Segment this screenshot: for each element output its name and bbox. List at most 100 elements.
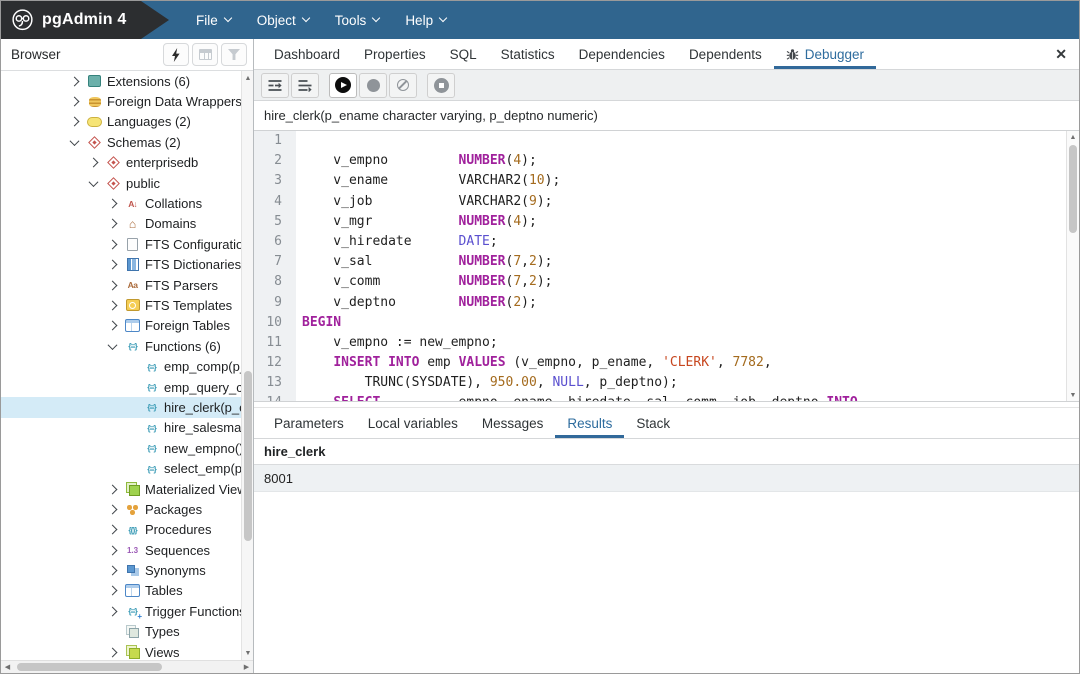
tab-statistics[interactable]: Statistics (489, 39, 567, 69)
line-number[interactable]: 11 (254, 333, 296, 353)
object-tree[interactable]: Extensions (6)Foreign Data Wrappers (2)L… (1, 71, 253, 660)
tree-item-types[interactable]: Types (1, 622, 241, 642)
tree-item-enterprisedb[interactable]: enterprisedb (1, 153, 241, 173)
tree-vertical-scrollbar[interactable]: ▲ ▼ (241, 71, 253, 660)
clear-all-breakpoints-button[interactable] (389, 73, 417, 98)
chevron-right-icon[interactable] (70, 76, 80, 86)
close-icon[interactable]: ✕ (1055, 46, 1067, 63)
tree-item-fts-parsers[interactable]: FTS Parsers (1, 275, 241, 295)
chevron-right-icon[interactable] (108, 199, 118, 209)
tree-item-procedures[interactable]: Procedures (1, 520, 241, 540)
line-number[interactable]: 13 (254, 373, 296, 393)
line-number[interactable]: 8 (254, 272, 296, 292)
line-number[interactable]: 2 (254, 151, 296, 171)
tab-results[interactable]: Results (555, 408, 624, 438)
line-number[interactable]: 1 (254, 131, 296, 151)
scrollbar-thumb[interactable] (17, 663, 162, 671)
chevron-right-icon[interactable] (108, 647, 118, 657)
scrollbar-thumb[interactable] (1069, 145, 1077, 233)
tree-item-domains[interactable]: Domains (1, 214, 241, 234)
chevron-down-icon[interactable] (89, 177, 99, 187)
menu-tools[interactable]: Tools (322, 1, 393, 39)
chevron-right-icon[interactable] (108, 566, 118, 576)
line-number[interactable]: 9 (254, 293, 296, 313)
chevron-right-icon[interactable] (108, 260, 118, 270)
scroll-down-icon[interactable]: ▼ (1067, 389, 1079, 401)
tree-item-sequences[interactable]: Sequences (1, 540, 241, 560)
line-number[interactable]: 7 (254, 252, 296, 272)
step-into-button[interactable] (261, 73, 289, 98)
tree-item-public[interactable]: public (1, 173, 241, 193)
tree-item-tables[interactable]: Tables (1, 581, 241, 601)
continue-button[interactable] (329, 73, 357, 98)
dependency-grid-button[interactable] (192, 43, 218, 66)
chevron-right-icon[interactable] (108, 239, 118, 249)
chevron-right-icon[interactable] (108, 545, 118, 555)
stop-button[interactable] (427, 73, 455, 98)
tree-item-schemas-2[interactable]: Schemas (2) (1, 132, 241, 152)
tree-item-fts-dictionaries[interactable]: FTS Dictionaries (1, 255, 241, 275)
chevron-down-icon[interactable] (70, 136, 80, 146)
chevron-right-icon[interactable] (108, 504, 118, 514)
tree-item-fts-configurations[interactable]: FTS Configurations (1, 234, 241, 254)
tab-dashboard[interactable]: Dashboard (262, 39, 352, 69)
tree-item-packages[interactable]: Packages (1, 499, 241, 519)
tree-item-foreign-data-wrappers-2[interactable]: Foreign Data Wrappers (2) (1, 91, 241, 111)
tree-item-functions-6[interactable]: Functions (6) (1, 336, 241, 356)
chevron-right-icon[interactable] (108, 525, 118, 535)
line-number[interactable]: 5 (254, 212, 296, 232)
tree-item-trigger-functions[interactable]: Trigger Functions (1, 601, 241, 621)
chevron-right-icon[interactable] (108, 301, 118, 311)
chevron-right-icon[interactable] (89, 158, 99, 168)
line-number[interactable]: 6 (254, 232, 296, 252)
line-number[interactable]: 14 (254, 393, 296, 402)
chevron-right-icon[interactable] (70, 97, 80, 107)
menu-object[interactable]: Object (244, 1, 322, 39)
filter-button[interactable] (221, 43, 247, 66)
tab-parameters[interactable]: Parameters (262, 408, 356, 438)
tree-item-collations[interactable]: Collations (1, 193, 241, 213)
chevron-right-icon[interactable] (108, 606, 118, 616)
tab-sql[interactable]: SQL (438, 39, 489, 69)
tree-item-hire-salesman[interactable]: hire_salesman( (1, 418, 241, 438)
chevron-right-icon[interactable] (108, 586, 118, 596)
tab-stack[interactable]: Stack (624, 408, 682, 438)
quick-search-button[interactable] (163, 43, 189, 66)
results-value-row[interactable]: 8001 (254, 465, 1079, 492)
code-editor[interactable]: 12 v_empno NUMBER(4);3 v_ename VARCHAR2(… (254, 131, 1079, 402)
tree-item-select-emp-p-e[interactable]: select_emp(p_e (1, 458, 241, 478)
line-number[interactable]: 4 (254, 192, 296, 212)
tab-dependencies[interactable]: Dependencies (567, 39, 677, 69)
chevron-right-icon[interactable] (108, 280, 118, 290)
menu-help[interactable]: Help (392, 1, 459, 39)
tree-item-views[interactable]: Views (1, 642, 241, 660)
scroll-up-icon[interactable]: ▲ (1067, 131, 1079, 143)
tree-item-materialized-views[interactable]: Materialized Views (1, 479, 241, 499)
chevron-right-icon[interactable] (108, 321, 118, 331)
scroll-down-icon[interactable]: ▼ (242, 647, 253, 659)
scrollbar-thumb[interactable] (244, 371, 252, 541)
tree-item-new-empno[interactable]: new_empno() (1, 438, 241, 458)
chevron-right-icon[interactable] (108, 484, 118, 494)
step-over-button[interactable] (291, 73, 319, 98)
tree-item-fts-templates[interactable]: FTS Templates (1, 295, 241, 315)
tree-horizontal-scrollbar[interactable]: ◀ ▶ (1, 660, 253, 673)
tab-local-variables[interactable]: Local variables (356, 408, 470, 438)
tab-dependents[interactable]: Dependents (677, 39, 774, 69)
menu-file[interactable]: File (183, 1, 244, 39)
editor-vertical-scrollbar[interactable]: ▲ ▼ (1066, 131, 1079, 401)
line-number[interactable]: 12 (254, 353, 296, 373)
tree-item-foreign-tables[interactable]: Foreign Tables (1, 316, 241, 336)
chevron-right-icon[interactable] (108, 219, 118, 229)
chevron-right-icon[interactable] (70, 117, 80, 127)
tree-item-extensions-6[interactable]: Extensions (6) (1, 71, 241, 91)
scroll-right-icon[interactable]: ▶ (240, 661, 253, 673)
line-number[interactable]: 10 (254, 313, 296, 333)
tree-item-emp-comp-p-s[interactable]: emp_comp(p_s (1, 356, 241, 376)
tab-messages[interactable]: Messages (470, 408, 556, 438)
scroll-up-icon[interactable]: ▲ (242, 72, 253, 84)
tab-properties[interactable]: Properties (352, 39, 438, 69)
tree-item-languages-2[interactable]: Languages (2) (1, 112, 241, 132)
scroll-left-icon[interactable]: ◀ (1, 661, 14, 673)
tree-item-synonyms[interactable]: Synonyms (1, 560, 241, 580)
